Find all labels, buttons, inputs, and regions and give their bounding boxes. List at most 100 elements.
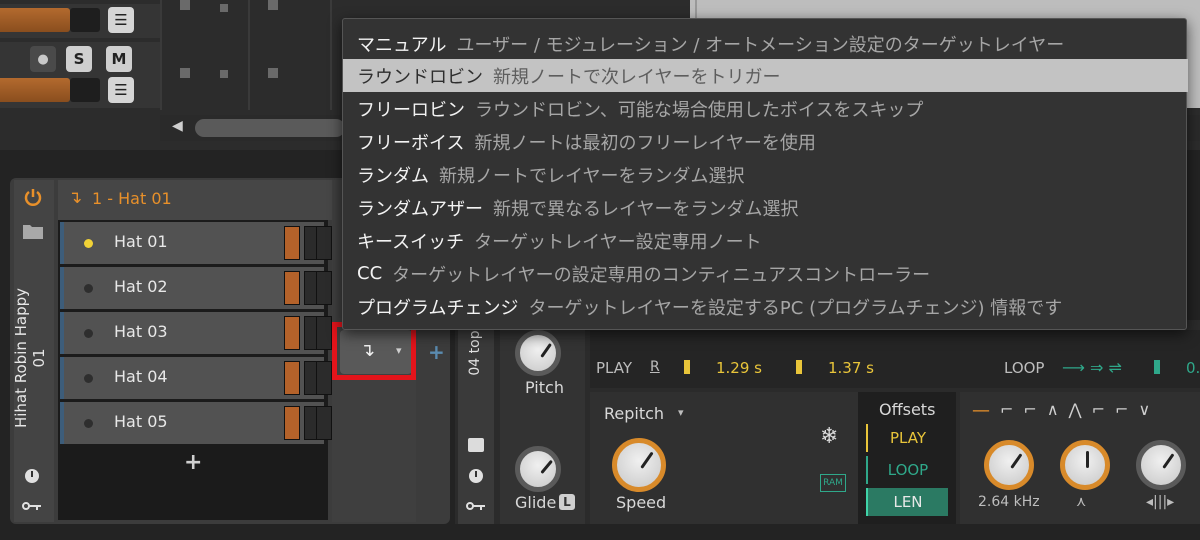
pitch-label: Pitch [525,378,564,397]
menu-item-random[interactable]: ランダム 新規ノートでレイヤーをランダム選択 [343,158,1188,191]
knob-pointer [540,459,553,474]
layer-volume-meter[interactable] [284,406,300,440]
grid-line [248,0,250,110]
highlight-box [332,322,416,380]
layer-meter-r [316,226,332,260]
speed-label: Speed [616,493,667,512]
glide-mode-badge[interactable]: L [559,494,575,510]
layer-active-indicator [84,284,93,293]
cutoff-value[interactable]: 2.64 kHz [978,494,1040,510]
play-label: PLAY [596,359,633,377]
clip-slot[interactable] [180,0,190,10]
layer-arrow-icon: ↴ [68,188,83,208]
filter-type-off[interactable]: — [972,400,990,421]
play-end-value[interactable]: 1.37 s [828,359,874,377]
modulator-icon[interactable] [466,500,486,512]
ram-badge[interactable]: RAM [820,474,846,492]
menu-item-free-robin[interactable]: フリーロビン ラウンドロビン、可能な場合使用したボイスをスキップ [343,92,1188,125]
knob-pointer [1010,453,1023,469]
loop-start-value[interactable]: 0. [1186,359,1200,377]
speed-knob[interactable] [612,438,666,492]
offset-play-button[interactable]: PLAY [866,424,948,452]
layer-row[interactable]: Hat 04 [60,357,332,399]
menu-item-key-switch[interactable]: キースイッチ ターゲットレイヤー設定専用ノート [343,224,1188,257]
menu-item-manual[interactable]: マニュアル ユーザー / モジュレーション / オートメーション設定のターゲットレ… [343,27,1188,60]
layer-name: Hat 03 [114,322,168,341]
layer-volume-meter[interactable] [284,316,300,350]
menu-item-program-change[interactable]: プログラムチェンジ ターゲットレイヤーを設定するPC (プログラムチェンジ) 情報… [343,290,1188,323]
resonance-knob[interactable] [1060,440,1110,490]
repitch-mode-label[interactable]: Repitch [604,404,664,423]
layer-meter-r [316,316,332,350]
strip-menu-button-1[interactable]: ☰ [108,7,134,33]
clip-slot[interactable] [220,70,228,78]
layer-meter-r [316,406,332,440]
clip-slot[interactable] [268,0,278,10]
modulator-icon[interactable] [22,500,42,512]
volume-fader-1[interactable] [0,8,70,32]
layer-active-indicator [84,374,93,383]
menu-item-free-voice[interactable]: フリーボイス 新規ノートは最初のフリーレイヤーを使用 [343,125,1188,158]
mute-button[interactable]: M [106,46,132,72]
loop-start-marker[interactable] [1154,360,1160,374]
add-layer-button[interactable]: + [184,450,202,475]
loop-label: LOOP [1004,359,1045,377]
clip-slot[interactable] [268,68,278,78]
volume-fader-2[interactable] [0,78,70,102]
knob-pointer [1086,451,1089,468]
scrollbar-thumb[interactable] [195,119,345,137]
filter-type-icons[interactable]: ⌐⌐∧⋀⌐⌐∨ [1000,400,1160,419]
fader-trough-2 [70,78,100,102]
clip-slot[interactable] [220,4,228,12]
grid-line [330,0,332,110]
strip-menu-button-2[interactable]: ☰ [108,77,134,103]
knob-pointer [1162,453,1175,469]
info-icon[interactable] [468,468,484,484]
power-icon[interactable] [22,186,44,208]
loop-mode-icons[interactable]: ⟶ ⇒ ⇌ [1062,358,1122,377]
play-start-value[interactable]: 1.29 s [716,359,762,377]
info-icon[interactable] [24,468,40,484]
layer-row[interactable]: Hat 02 [60,267,332,309]
reverse-toggle[interactable]: R [650,359,660,375]
clip-slot[interactable] [180,68,190,78]
play-end-marker[interactable] [796,360,802,374]
layer-name: Hat 01 [114,232,168,251]
freeze-icon[interactable]: ❄ [820,424,838,449]
layer-meter-r [316,361,332,395]
solo-button[interactable]: S [66,46,92,72]
device-title: Hihat Robin Happy 01 [12,287,48,429]
window-icon[interactable] [468,438,484,452]
menu-item-round-robin[interactable]: ラウンドロビン 新規ノートで次レイヤーをトリガー [343,59,1188,92]
layer-name: Hat 02 [114,277,168,296]
drive-knob[interactable] [1136,440,1186,490]
layer-volume-meter[interactable] [284,271,300,305]
pitch-knob[interactable] [515,330,561,376]
folder-icon[interactable] [22,222,44,240]
layer-volume-meter[interactable] [284,226,300,260]
menu-item-random-other[interactable]: ランダムアザー 新規で異なるレイヤーをランダム選択 [343,191,1188,224]
layer-volume-meter[interactable] [284,361,300,395]
chevron-down-icon[interactable]: ▾ [678,406,684,419]
layer-row[interactable]: Hat 01 [60,222,332,264]
resonance-icon: ⋏ [1076,494,1087,510]
layer-active-indicator [84,239,93,248]
scroll-left-icon[interactable]: ◀ [172,118,183,134]
glide-knob[interactable] [515,446,561,492]
layer-row[interactable]: Hat 03 [60,312,332,354]
fader-trough-1 [70,8,100,32]
knob-pointer [640,451,654,469]
offset-loop-button[interactable]: LOOP [866,456,948,484]
layer-row[interactable]: Hat 05 [60,402,332,444]
grid-line [160,0,162,110]
layer-mode-menu: マニュアル ユーザー / モジュレーション / オートメーション設定のターゲットレ… [342,18,1188,330]
play-start-marker[interactable] [684,360,690,374]
add-device-button[interactable]: + [428,340,445,364]
keytrack-icon: ◂|||▸ [1146,494,1175,510]
knob-pointer [540,343,552,358]
menu-item-cc[interactable]: CC ターゲットレイヤーの設定専用のコンティニュアスコントローラー [343,257,1188,290]
cutoff-knob[interactable] [984,440,1034,490]
record-arm-button[interactable]: ● [30,46,56,72]
layer-name: Hat 05 [114,412,168,431]
offset-len-button[interactable]: LEN [866,488,948,516]
